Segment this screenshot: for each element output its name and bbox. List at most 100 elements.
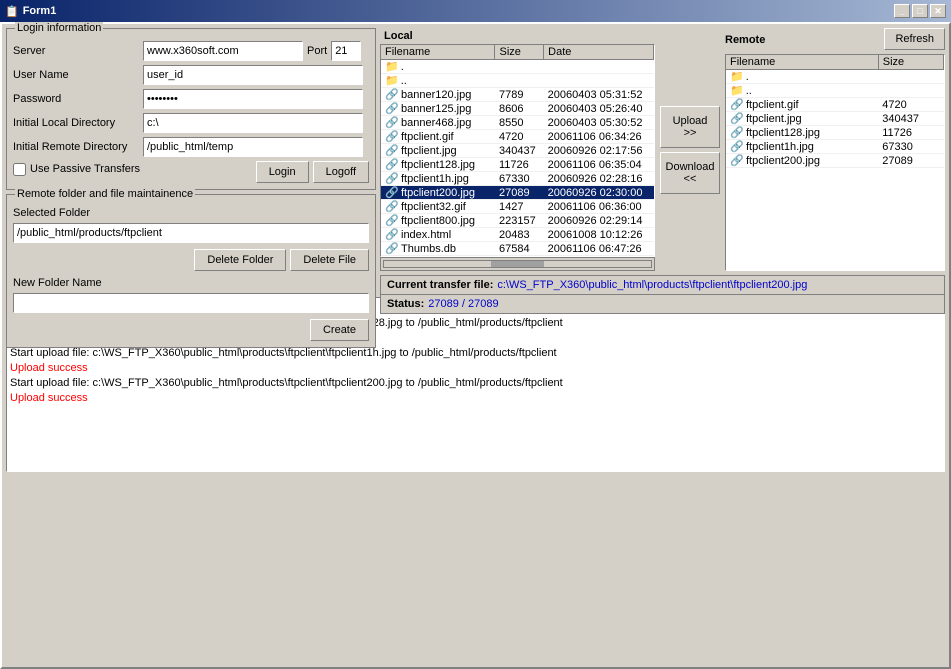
file-icon: 🔗 — [385, 88, 399, 101]
local-col-date[interactable]: Date — [544, 45, 654, 60]
upload-button[interactable]: Upload >> — [660, 106, 720, 148]
file-date: 20061106 06:36:00 — [544, 200, 654, 214]
table-row[interactable]: 🔗ftpclient200.jpg 27089 20060926 02:30:0… — [381, 186, 654, 200]
log-line: Upload success — [10, 361, 941, 376]
local-dir-input[interactable] — [143, 113, 363, 133]
minimize-button[interactable]: _ — [894, 4, 910, 18]
password-input[interactable] — [143, 89, 363, 109]
local-scrollbar[interactable] — [380, 257, 655, 271]
local-col-size[interactable]: Size — [495, 45, 544, 60]
upload-label: Upload — [673, 115, 708, 127]
port-input[interactable] — [331, 41, 361, 61]
file-icon: 🔗 — [385, 144, 399, 157]
table-row[interactable]: 📁.. — [381, 74, 654, 88]
file-name: 🔗ftpclient200.jpg — [726, 154, 878, 168]
file-date: 20060403 05:30:52 — [544, 116, 654, 130]
table-row[interactable]: 🔗banner468.jpg 8550 20060403 05:30:52 — [381, 116, 654, 130]
local-dir-row: Initial Local Directory — [13, 113, 369, 133]
file-date: 20061106 06:34:26 — [544, 130, 654, 144]
remote-dir-input[interactable] — [143, 137, 363, 157]
file-icon: 🔗 — [385, 158, 399, 171]
local-file-table: Filename Size Date 📁. 📁.. 🔗banner120.jpg… — [381, 45, 654, 256]
table-row[interactable]: 🔗ftpclient128.jpg 11726 — [726, 126, 944, 140]
file-size: 27089 — [878, 154, 943, 168]
file-size: 340437 — [878, 112, 943, 126]
transfer-info-bar: Current transfer file: c:\WS_FTP_X360\pu… — [380, 275, 945, 314]
table-row[interactable]: 🔗ftpclient.jpg 340437 — [726, 112, 944, 126]
file-date: 20060403 05:31:52 — [544, 88, 654, 102]
create-button[interactable]: Create — [310, 319, 369, 341]
table-row[interactable]: 📁. — [381, 60, 654, 74]
passive-row: Use Passive Transfers — [13, 163, 140, 176]
table-row[interactable]: 📁.. — [726, 84, 944, 98]
file-name: 🔗ftpclient200.jpg — [381, 186, 495, 200]
file-size: 67330 — [878, 140, 943, 154]
table-row[interactable]: 🔗ftpclient1h.jpg 67330 20060926 02:28:16 — [381, 172, 654, 186]
table-row[interactable]: 🔗ftpclient.jpg 340437 20060926 02:17:56 — [381, 144, 654, 158]
file-size: 7789 — [495, 88, 544, 102]
app-icon: 📋 — [5, 5, 19, 18]
close-button[interactable]: ✕ — [930, 4, 946, 18]
current-transfer-value: c:\WS_FTP_X360\public_html\products\ftpc… — [497, 279, 807, 291]
remote-col-size[interactable]: Size — [878, 55, 943, 70]
logoff-button[interactable]: Logoff — [313, 161, 369, 183]
log-line: Upload success — [10, 391, 941, 406]
remote-label: Remote — [725, 34, 765, 46]
file-date: 20060926 02:30:00 — [544, 186, 654, 200]
folder-maintenance-group: Remote folder and file maintainence Sele… — [6, 194, 376, 348]
file-size: 8606 — [495, 102, 544, 116]
table-row[interactable]: 🔗index.html 20483 20061008 10:12:26 — [381, 228, 654, 242]
table-row[interactable]: 🔗banner125.jpg 8606 20060403 05:26:40 — [381, 102, 654, 116]
transfer-buttons: Upload >> Download << — [655, 28, 725, 271]
file-name: 🔗banner125.jpg — [381, 102, 495, 116]
folder-icon: 📁 — [385, 61, 399, 73]
login-group-label: Login information — [15, 22, 103, 34]
delete-folder-button[interactable]: Delete Folder — [194, 249, 286, 271]
top-section: Login information Server Port User Name … — [6, 28, 945, 293]
table-row[interactable]: 🔗banner120.jpg 7789 20060403 05:31:52 — [381, 88, 654, 102]
left-panel: Login information Server Port User Name … — [6, 28, 376, 293]
server-input[interactable] — [143, 41, 303, 61]
remote-file-list[interactable]: Filename Size 📁. 📁.. 🔗ftpclient.gif 4720… — [725, 54, 945, 271]
local-file-list[interactable]: Filename Size Date 📁. 📁.. 🔗banner120.jpg… — [380, 44, 655, 257]
table-row[interactable]: 🔗ftpclient1h.jpg 67330 — [726, 140, 944, 154]
maximize-button[interactable]: □ — [912, 4, 928, 18]
file-name: 🔗ftpclient1h.jpg — [381, 172, 495, 186]
local-col-filename[interactable]: Filename — [381, 45, 495, 60]
selected-folder-input[interactable] — [13, 223, 369, 243]
file-size: 20483 — [495, 228, 544, 242]
new-folder-input[interactable] — [13, 293, 369, 313]
file-name: 📁.. — [381, 74, 495, 88]
file-icon: 🔗 — [730, 98, 744, 111]
table-row[interactable]: 🔗ftpclient.gif 4720 — [726, 98, 944, 112]
file-date: 20061106 06:35:04 — [544, 158, 654, 172]
username-input[interactable] — [143, 65, 363, 85]
table-row[interactable]: 🔗ftpclient800.jpg 223157 20060926 02:29:… — [381, 214, 654, 228]
transfer-info: Current transfer file: c:\WS_FTP_X360\pu… — [380, 275, 945, 295]
table-row[interactable]: 🔗ftpclient32.gif 1427 20061106 06:36:00 — [381, 200, 654, 214]
delete-file-button[interactable]: Delete File — [290, 249, 369, 271]
login-button[interactable]: Login — [256, 161, 309, 183]
table-row[interactable]: 🔗Thumbs.db 67584 20061106 06:47:26 — [381, 242, 654, 256]
file-date: 20060926 02:28:16 — [544, 172, 654, 186]
file-size: 4720 — [878, 98, 943, 112]
file-size: 4720 — [495, 130, 544, 144]
file-size — [495, 74, 544, 88]
remote-col-filename[interactable]: Filename — [726, 55, 878, 70]
file-name: 📁. — [381, 60, 495, 74]
upload-arrows: >> — [684, 127, 697, 139]
refresh-button[interactable]: Refresh — [884, 28, 945, 50]
local-panel: Local Filename Size Date — [380, 28, 655, 271]
table-row[interactable]: 🔗ftpclient200.jpg 27089 — [726, 154, 944, 168]
main-window: Login information Server Port User Name … — [0, 22, 951, 669]
file-name: 🔗Thumbs.db — [381, 242, 495, 256]
table-row[interactable]: 🔗ftpclient128.jpg 11726 20061106 06:35:0… — [381, 158, 654, 172]
file-name: 📁. — [726, 70, 878, 84]
status-value: 27089 / 27089 — [428, 298, 498, 310]
file-icon: 🔗 — [385, 242, 399, 255]
log-line: Start upload file: c:\WS_FTP_X360\public… — [10, 376, 941, 391]
table-row[interactable]: 🔗ftpclient.gif 4720 20061106 06:34:26 — [381, 130, 654, 144]
download-button[interactable]: Download << — [660, 152, 720, 194]
passive-checkbox[interactable] — [13, 163, 26, 176]
table-row[interactable]: 📁. — [726, 70, 944, 84]
